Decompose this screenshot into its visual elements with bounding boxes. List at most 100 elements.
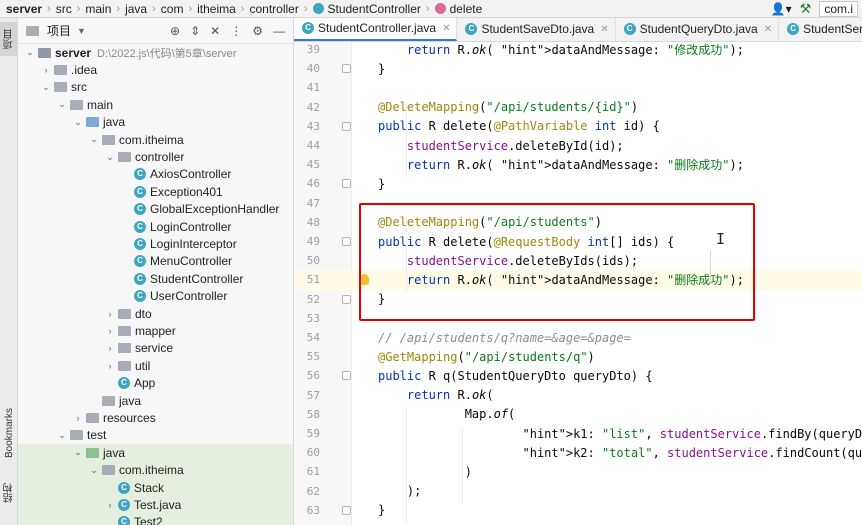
chevron-right-icon[interactable]: › (40, 65, 52, 75)
run-config-selector[interactable]: com.i (819, 1, 858, 17)
breadcrumb-controller[interactable]: controller (249, 2, 298, 16)
breadcrumb-server[interactable]: server (6, 2, 42, 16)
tree-item[interactable]: C Test2 (18, 513, 293, 525)
code-line[interactable]: 57 return R.ok( (294, 386, 862, 405)
tree-item[interactable]: C Stack (18, 479, 293, 497)
tab-label: StudentQueryDto.java (639, 22, 758, 36)
tree-item[interactable]: ⌄ java (18, 444, 293, 462)
tree-item[interactable]: C AxiosController (18, 166, 293, 183)
code-line[interactable]: 44 studentService.deleteById(id); (294, 136, 862, 155)
expand-all-icon[interactable]: ⇕ (190, 24, 200, 38)
code-line[interactable]: 43 public R delete(@PathVariable int id) … (294, 117, 862, 136)
hammer-icon[interactable]: ⚒ (800, 1, 812, 17)
tab-label: StudentSaveDto.java (481, 22, 595, 36)
breadcrumb-src[interactable]: src (56, 2, 72, 16)
tree-item[interactable]: C UserController (18, 288, 293, 305)
tree-item[interactable]: java (18, 392, 293, 409)
options-icon[interactable]: ⋮ (230, 24, 242, 38)
tab-studentcontroller[interactable]: C StudentController.java ✕ (294, 18, 458, 41)
code-line[interactable]: 59 "hint">k1: "list", studentService.fin… (294, 424, 862, 443)
bookmarks-tool-tab[interactable]: Bookmarks (0, 398, 18, 468)
code-line[interactable]: 45 return R.ok( "hint">dataAndMessage: "… (294, 155, 862, 174)
gear-icon[interactable]: ⚙ (252, 24, 263, 38)
minimize-icon[interactable]: — (273, 24, 285, 38)
tree-item[interactable]: › service (18, 340, 293, 357)
tree-item[interactable]: ⌄ src (18, 79, 293, 96)
structure-tool-tab[interactable]: 结构 (0, 476, 18, 510)
collapse-all-icon[interactable]: ✕ (210, 24, 220, 38)
code-line[interactable]: 41 (294, 78, 862, 97)
close-icon[interactable]: ✕ (764, 24, 772, 35)
tree-item[interactable]: C GlobalExceptionHandler (18, 201, 293, 218)
code-line[interactable]: 60 "hint">k2: "total", studentService.fi… (294, 443, 862, 462)
chevron-down-icon[interactable]: ⌄ (24, 47, 36, 58)
tree-item[interactable]: › dto (18, 305, 293, 322)
project-tool-tab[interactable]: 项目 (0, 22, 18, 56)
code-line[interactable]: 62 ); (294, 482, 862, 501)
tree-item[interactable]: › .idea (18, 61, 293, 78)
chevron-down-icon[interactable]: ▼ (77, 26, 86, 36)
target-icon[interactable]: ⊕ (170, 24, 180, 38)
chevron-right-icon[interactable]: › (104, 309, 116, 319)
code-text: public R delete(@PathVariable int id) { (378, 119, 660, 134)
tree-item[interactable]: ⌄ test (18, 427, 293, 444)
breadcrumb-main[interactable]: main (85, 2, 111, 16)
tree-item[interactable]: › mapper (18, 322, 293, 339)
tree-item[interactable]: C StudentController (18, 270, 293, 287)
chevron-down-icon[interactable]: ⌄ (88, 465, 100, 476)
tree-item[interactable]: ⌄ java (18, 114, 293, 131)
tree-item[interactable]: C MenuController (18, 253, 293, 270)
code-line[interactable]: 61 ) (294, 462, 862, 481)
project-panel-title[interactable]: 项目 (47, 22, 71, 39)
tree-item[interactable]: › util (18, 357, 293, 374)
editor-tab-bar: C StudentController.java ✕ C StudentSaveDto… (294, 18, 862, 42)
tree-item[interactable]: ⌄ server D:\2022.js\代码\第5章\server (18, 44, 293, 61)
tree-item[interactable]: C LoginController (18, 218, 293, 235)
breadcrumb-delete[interactable]: delete (434, 2, 482, 16)
code-line[interactable]: 39 return R.ok( "hint">dataAndMessage: "… (294, 42, 862, 59)
line-number: 52 (306, 292, 320, 306)
tree-item[interactable]: › resources (18, 409, 293, 426)
person-icon[interactable]: 👤▾ (771, 2, 792, 16)
tree-item[interactable]: C Exception401 (18, 183, 293, 200)
code-line[interactable]: 55 @GetMapping("/api/students/q") (294, 347, 862, 366)
chevron-down-icon[interactable]: ⌄ (56, 430, 68, 441)
chevron-down-icon[interactable]: ⌄ (40, 82, 52, 93)
tree-item[interactable]: ⌄ main (18, 96, 293, 113)
chevron-down-icon[interactable]: ⌄ (56, 99, 68, 110)
code-line[interactable]: 46} (294, 174, 862, 193)
tree-item[interactable]: ⌄ com.itheima (18, 461, 293, 479)
code-line[interactable]: 63} (294, 501, 862, 520)
breadcrumb-itheima[interactable]: itheima (197, 2, 236, 16)
tree-item[interactable]: C LoginInterceptor (18, 235, 293, 252)
chevron-down-icon[interactable]: ⌄ (72, 447, 84, 458)
breadcrumb-studentcontroller[interactable]: StudentController (312, 2, 421, 16)
code-line[interactable]: 56 public R q(StudentQueryDto queryDto) { (294, 366, 862, 385)
code-line[interactable]: 58 Map.of( (294, 405, 862, 424)
package-icon (102, 134, 115, 145)
code-line[interactable]: 42 @DeleteMapping("/api/students/{id}") (294, 98, 862, 117)
project-panel: 项目 ▼ ⊕ ⇕ ✕ ⋮ ⚙ — ⌄ server D:\2022.js\代码\第5… (18, 18, 294, 525)
chevron-right-icon[interactable]: › (104, 500, 116, 510)
chevron-down-icon[interactable]: ⌄ (88, 134, 100, 145)
tree-item[interactable]: ⌄ controller (18, 148, 293, 165)
close-icon[interactable]: ✕ (600, 24, 608, 35)
code-line[interactable]: 54 // /api/students/q?name=&age=&page= (294, 328, 862, 347)
tab-studentsavedto[interactable]: C StudentSaveDto.java ✕ (457, 18, 616, 41)
tree-item[interactable]: C App (18, 375, 293, 392)
breadcrumb-java[interactable]: java (125, 2, 147, 16)
code-text: @GetMapping("/api/students/q") (378, 349, 595, 364)
chevron-right-icon[interactable]: › (104, 343, 116, 353)
chevron-right-icon[interactable]: › (104, 326, 116, 336)
close-icon[interactable]: ✕ (442, 23, 450, 34)
chevron-right-icon[interactable]: › (72, 413, 84, 423)
code-line[interactable]: 40} (294, 59, 862, 78)
chevron-right-icon[interactable]: › (104, 361, 116, 371)
tree-item[interactable]: ⌄ com.itheima (18, 131, 293, 148)
tree-item[interactable]: › C Test.java (18, 496, 293, 514)
chevron-down-icon[interactable]: ⌄ (104, 152, 116, 163)
breadcrumb-com[interactable]: com (161, 2, 184, 16)
tab-studentquerydto[interactable]: C StudentQueryDto.java ✕ (616, 18, 780, 41)
tab-studentservice[interactable]: CStudentService.java (779, 18, 862, 41)
chevron-down-icon[interactable]: ⌄ (72, 117, 84, 128)
